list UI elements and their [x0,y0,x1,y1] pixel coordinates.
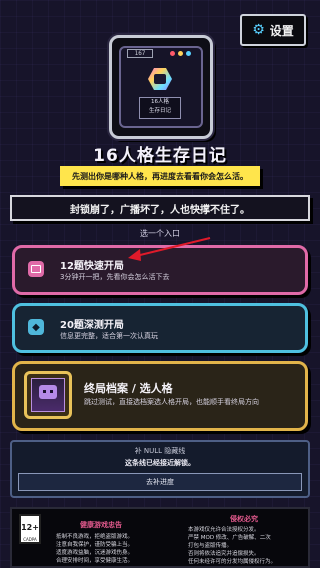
rights-line: 严禁 MOD 修改、广告破解、二次 [188,535,271,541]
character-eye-left [43,390,46,393]
health-line: 抵制不良游戏，拒绝盗版游戏。 [56,534,134,540]
age-rating-org: CADPA [23,537,37,542]
diamond-icon: ◆ [28,319,44,335]
settings-button[interactable]: ⚙ 设置 [240,14,306,46]
intro-banner: 先测出你是哪种人格，再进度去看看你会怎么活。 [60,166,260,186]
copyright-title: 侵权必究 [230,515,258,523]
logo-tag: 16人格 生存日记 [139,97,181,119]
quick-start-title: 12题快速开局 [60,261,124,272]
rights-line: 本游戏仅允许合法授权分发。 [188,527,260,533]
logo-dot-red [170,51,175,56]
character-eye-right [50,390,53,393]
page-title: 16人格生存日记 [93,146,227,166]
health-advice-title: 健康游戏忠告 [80,521,122,529]
null-title: 补 NULL 隐藏线 [134,447,186,455]
settings-label: 设置 [269,23,294,38]
logo-stat: 167 [127,49,153,58]
deep-test-title: 20题深测开局 [60,320,124,331]
rights-line: 否则将依法追究并追偿损失。 [188,551,260,557]
character-face-icon [39,385,57,399]
health-line: 合理安排时间，享受健康生活。 [56,558,134,564]
null-subtitle: 这条线已经接近解锁。 [125,459,195,467]
story-notice: 封锁崩了，广播坏了，人也快撑不住了。 [10,195,310,221]
logo-dot-blue [186,51,191,56]
health-line: 适度游戏益脑，沉迷游戏伤身。 [56,550,134,556]
final-archive-title: 终局档案 / 选人格 [84,382,173,395]
logo-tag-line2: 生存日记 [148,108,171,114]
logo-character-face [154,74,166,84]
pointer-arrow [128,237,211,261]
rights-line: 打包与盗版传播。 [188,543,233,549]
gear-icon: ⚙ [252,22,265,38]
logo-dot-yellow [178,51,183,56]
final-archive-subtitle: 跳过测试，直接选档案选人格开局，也能顺手看终局方向 [84,398,259,406]
health-advice-text: 抵制不良游戏，拒绝盗版游戏。 注意自我保护，谨防受骗上当。 适度游戏益脑，沉迷游… [56,533,160,565]
copyright-text: 本游戏仅允许合法授权分发。 严禁 MOD 修改、广告破解、二次 打包与盗版传播。… [188,526,304,566]
quick-start-subtitle: 3分钟开一把，先看你会怎么活下去 [60,273,170,281]
logo-tag-line1: 16人格 [151,99,169,105]
go-progress-button[interactable]: 去补进度 [18,473,302,491]
screen-icon [28,261,44,277]
health-line: 注意自我保护，谨防受骗上当。 [56,542,134,548]
rights-line: 任何未经许可的分发均属侵权行为。 [188,559,277,565]
deep-test-subtitle: 信息更完整，适合第一次认真玩 [60,332,158,340]
deep-test-card[interactable] [12,303,308,353]
